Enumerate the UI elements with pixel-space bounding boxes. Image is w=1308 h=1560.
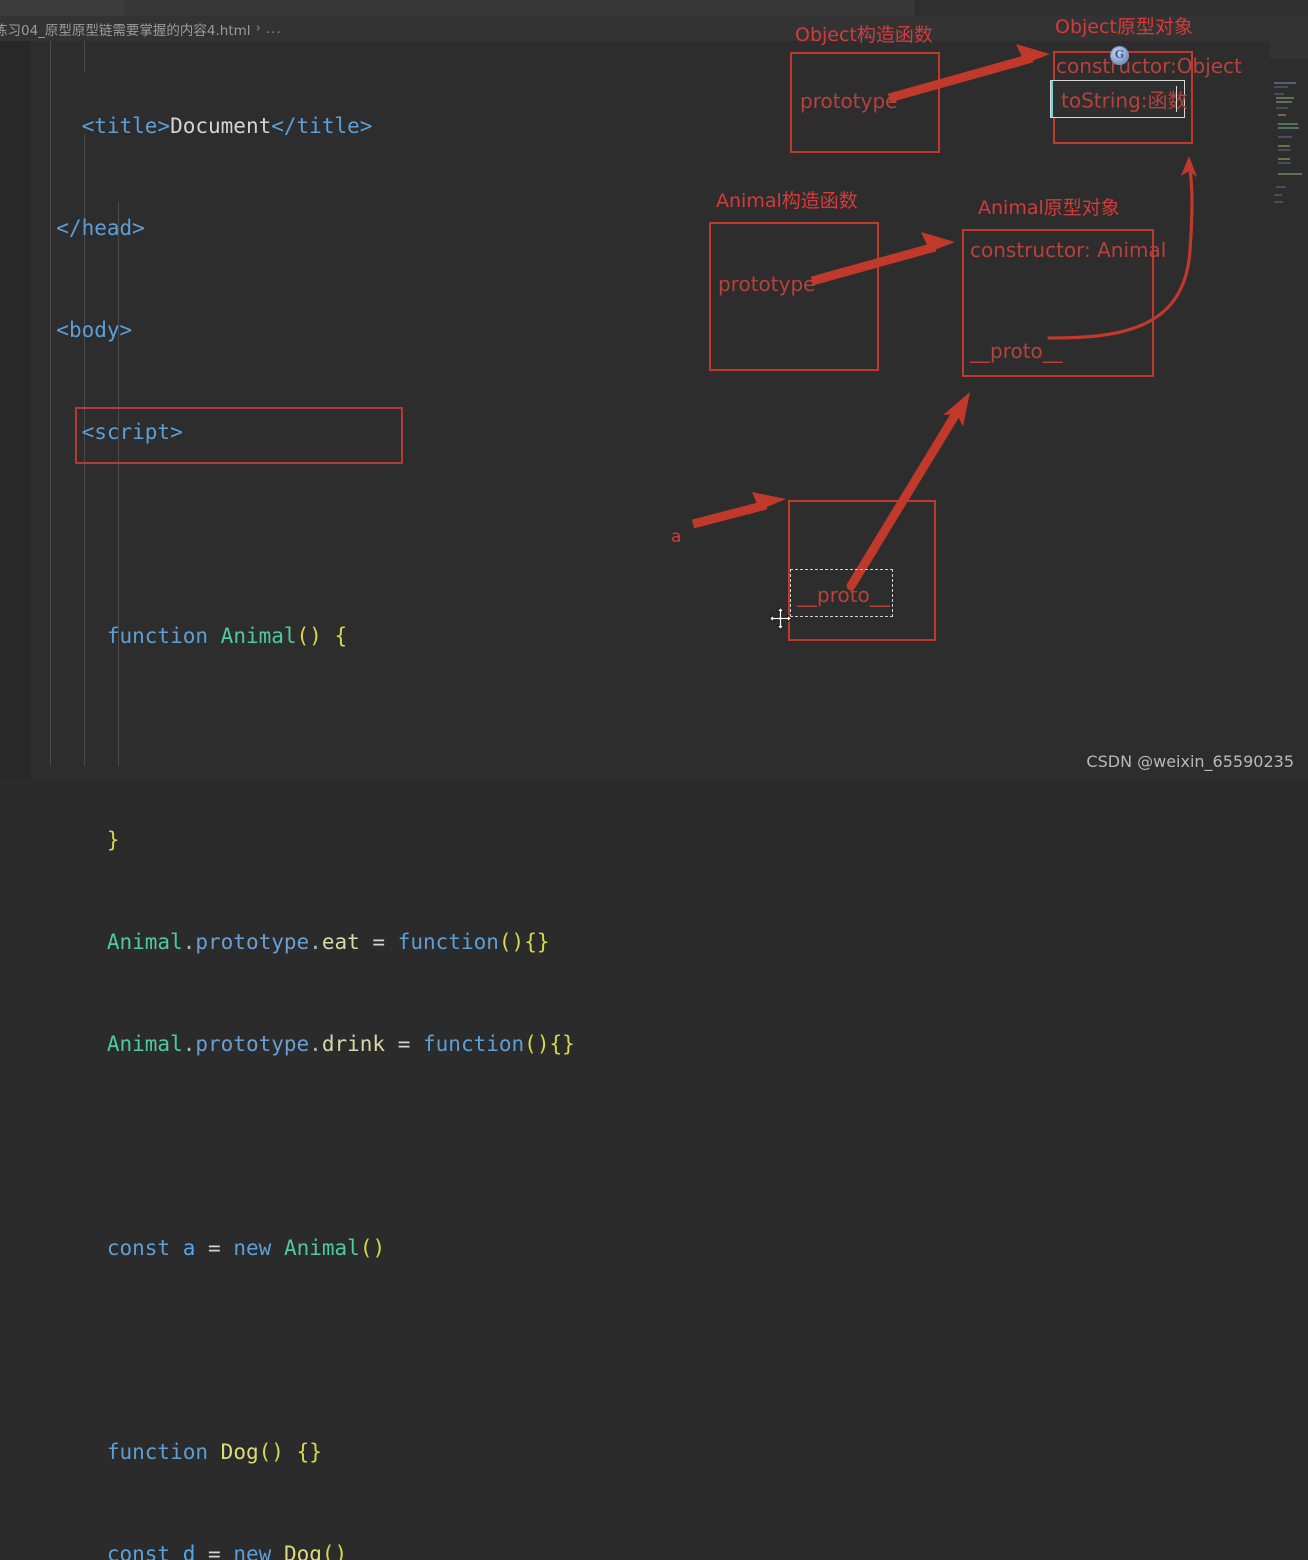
token-title-text: Document [170,114,272,138]
code-line: <body> [31,313,660,347]
token-prop-prototype: prototype [195,930,310,954]
token-prop-eat: eat [321,930,360,954]
editor-gutter [0,41,31,780]
token-var-d: d [182,1542,196,1560]
minimap-line [1274,93,1284,95]
token-name-dog: Dog [283,1542,322,1560]
token-script-open: <script> [81,420,183,444]
minimap-line [1274,194,1282,196]
token-parens: () [359,1236,386,1260]
token-title-open: <title> [81,114,171,138]
code-line: const d = new Dog() [31,1537,660,1560]
vscode-editor-window: 练习04_原型原型链需要掌握的内容4.html › ... <title>Doc… [0,0,1308,1560]
token-parens: () [524,1032,550,1056]
minimap-line [1278,114,1286,116]
token-keyword-function: function [397,930,499,954]
token-prop-prototype: prototype [195,1032,310,1056]
token-keyword-function: function [106,624,209,648]
minimap-line [1276,101,1292,103]
minimap-line [1276,97,1294,99]
token-name-animal: Animal [220,624,297,648]
code-line: <title>Document</title> [31,109,660,143]
minimap-line [1274,201,1283,203]
minimap-line [1278,136,1292,138]
token-name-dog: Dog [220,1440,259,1464]
token-brace-open: { [334,624,348,648]
code-line: Animal.prototype.eat = function(){} [106,930,550,954]
code-line: Animal.prototype.drink = function(){} [106,1032,575,1056]
token-braces: {} [524,930,550,954]
code-line: </head> [31,211,660,245]
token-keyword-new: new [233,1542,272,1560]
token-body-open: <body> [56,318,133,342]
minimap-slider[interactable] [1270,41,1308,59]
breadcrumb-separator-icon: › [255,21,261,36]
editor-tab-bar[interactable] [0,0,1308,16]
minimap-line [1278,123,1298,125]
token-assign: = [208,1236,221,1260]
minimap-line [1274,86,1288,88]
token-keyword-function: function [106,1440,209,1464]
token-parens: () [498,930,525,954]
minimap-line [1274,82,1296,84]
token-assign: = [397,1032,411,1056]
breadcrumb-more[interactable]: ... [266,21,282,37]
token-keyword-const: const [106,1236,171,1260]
minimap-line [1278,173,1302,175]
token-braces: {} [296,1440,322,1464]
minimap-line [1276,107,1288,109]
minimap-line [1278,162,1291,164]
token-parens: () [321,1542,348,1560]
minimap-line [1276,186,1286,188]
token-assign: = [208,1542,221,1560]
minimap-line [1278,127,1299,129]
tab-bar-empty-area[interactable] [124,0,915,16]
token-name-animal: Animal [106,930,183,954]
breadcrumb[interactable]: 练习04_原型原型链需要掌握的内容4.html › ... [0,16,1308,41]
code-line: function Dog() {} [31,1435,660,1469]
code-line: } [31,823,660,857]
watermark: CSDN @weixin_65590235 [1086,752,1294,771]
minimap-line [1278,145,1290,147]
breadcrumb-file[interactable]: 练习04_原型原型链需要掌握的内容4.html [0,19,251,39]
token-name-animal: Animal [106,1032,183,1056]
token-brace-close: } [106,828,120,852]
token-head-close: </head> [56,216,145,240]
code-line: const a = new Animal() [31,1231,660,1265]
minimap-line [1278,149,1291,151]
token-parens: () [296,624,322,648]
code-line: <script> [31,415,660,449]
tab-active[interactable] [0,0,124,16]
token-parens: () [258,1440,284,1464]
token-assign: = [372,930,386,954]
token-var-a: a [182,1236,196,1260]
token-braces: {} [549,1032,575,1056]
token-keyword-const: const [106,1542,171,1560]
token-keyword-new: new [233,1236,272,1260]
source-code[interactable]: <title>Document</title> </head> <body> <… [31,41,660,1560]
code-line: function Animal() { [31,619,660,653]
minimap-line [1278,158,1290,160]
token-prop-drink: drink [321,1032,386,1056]
token-name-animal: Animal [283,1236,360,1260]
token-title-close: </title> [271,114,373,138]
token-keyword-function: function [423,1032,525,1056]
editor-minimap[interactable] [1270,41,1308,780]
